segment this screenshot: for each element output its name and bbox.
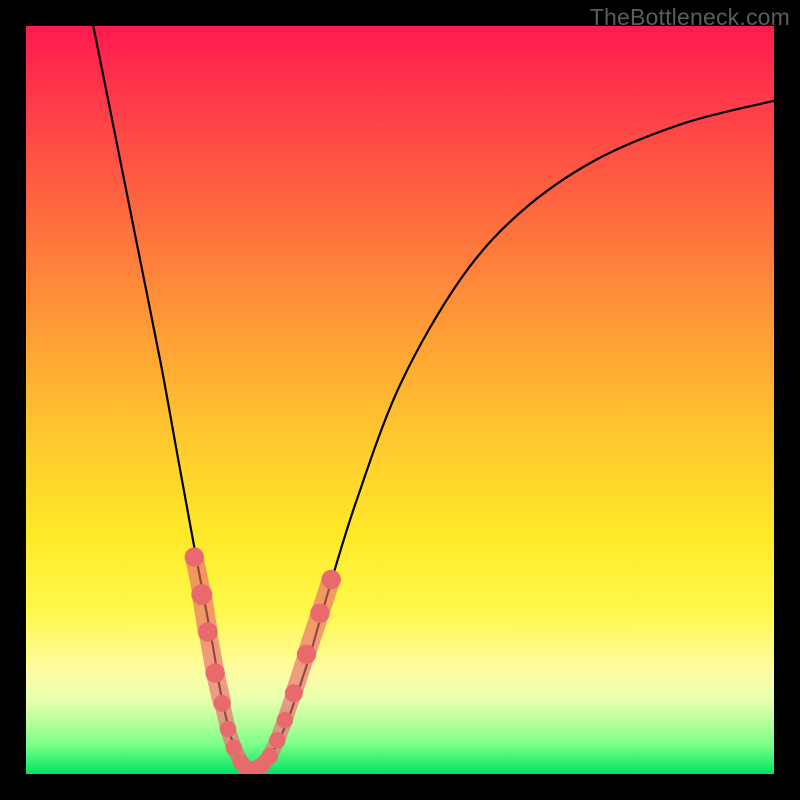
marker-dot: [191, 584, 212, 605]
marker-dot: [198, 622, 217, 641]
marker-dot: [310, 604, 329, 623]
curve-markers: [185, 547, 341, 774]
marker-dot: [322, 570, 341, 589]
plot-area: [26, 26, 774, 774]
watermark-label: TheBottleneck.com: [590, 4, 790, 31]
marker-dot: [226, 740, 242, 756]
marker-dot: [220, 721, 236, 737]
bottleneck-curve: [93, 26, 774, 774]
marker-dot: [185, 547, 204, 566]
bottleneck-chart-svg: [26, 26, 774, 774]
marker-dot: [285, 684, 303, 702]
marker-dot: [277, 712, 293, 728]
marker-dot: [214, 695, 230, 711]
marker-dot: [297, 645, 316, 664]
frame-border: TheBottleneck.com: [0, 0, 800, 800]
marker-dot: [269, 732, 285, 748]
marker-dot: [206, 663, 225, 682]
marker-dot: [262, 748, 278, 764]
